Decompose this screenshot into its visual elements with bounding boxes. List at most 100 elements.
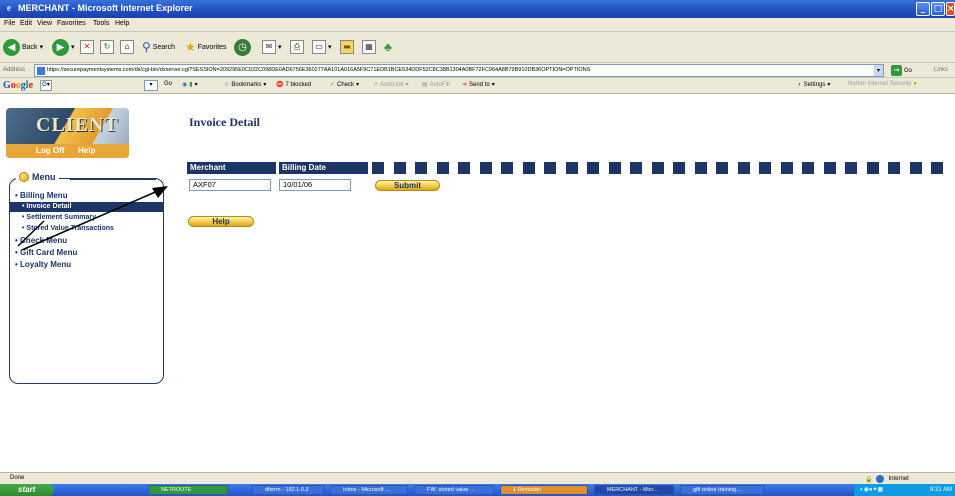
edit-icon: ▭ [312, 40, 326, 54]
close-button[interactable]: × [946, 2, 955, 16]
menu-favorites[interactable]: Favorites [57, 20, 86, 27]
google-go-button[interactable]: Go [164, 81, 172, 87]
search-button[interactable]: ⚲ Search [142, 38, 175, 56]
links-button[interactable]: Links [934, 67, 948, 73]
decorative-square [458, 162, 470, 174]
stop-icon: ✕ [80, 40, 94, 54]
page-content: CLIENT Log Off Help Menu • Billing Menu … [0, 94, 955, 472]
decorative-square [802, 162, 814, 174]
decorative-square [737, 162, 750, 174]
zone-label: Internet [888, 476, 909, 482]
home-icon: ⌂ [120, 40, 134, 54]
forward-button[interactable]: ▶ ▾ [52, 38, 75, 56]
autofill-button[interactable]: ▤ AutoFill [422, 81, 450, 89]
norton-button[interactable]: Norton Internet Security ● [848, 81, 917, 87]
address-input[interactable]: https://securepaymentsystems.com/dx/cgi-… [34, 64, 884, 77]
annotation-arrow [17, 186, 168, 251]
task-dtterm[interactable]: dtterm - 192.1.0.3 [252, 485, 324, 495]
decorative-square [479, 162, 492, 174]
home-button[interactable]: ⌂ [120, 38, 134, 56]
decorative-square [415, 162, 427, 174]
menu-file[interactable]: File [4, 20, 15, 27]
google-search-menu[interactable]: G▾ [40, 80, 52, 91]
popup-blocked-button[interactable]: ⛔ 7 blocked [276, 81, 311, 89]
back-arrow-icon: ◀ [3, 38, 20, 56]
dropdown-icon: ▾ [328, 44, 332, 51]
dropdown-icon: ▾ [71, 44, 75, 51]
dropdown-icon: ▾ [491, 82, 495, 88]
decorative-square [651, 162, 664, 174]
bookmarks-button[interactable]: ☆ Bookmarks ▾ [224, 81, 266, 89]
google-logo[interactable]: Google [3, 80, 33, 91]
stop-button[interactable]: ✕ [80, 38, 94, 56]
minimize-button[interactable]: _ [916, 2, 930, 16]
decorative-square [501, 162, 513, 174]
window-title: MERCHANT - Microsoft Internet Explorer [18, 3, 193, 13]
search-icon: ⚲ [142, 40, 151, 54]
edit-button[interactable]: ▭ ▾ [312, 38, 332, 56]
send-to-button[interactable]: ➜ Send to ▾ [462, 81, 495, 89]
task-reminder[interactable]: 1 Reminder [500, 485, 588, 495]
send-to-icon: ➜ [462, 82, 468, 88]
decorative-square [544, 162, 556, 174]
decorative-square [759, 162, 771, 174]
menu-help[interactable]: Help [115, 20, 129, 27]
page-icon [37, 67, 45, 75]
printer-icon: ⎙ [290, 40, 304, 54]
window-title-bar[interactable]: e MERCHANT - Microsoft Internet Explorer… [0, 0, 955, 18]
go-button[interactable]: → Go [891, 65, 912, 76]
send-to-label: Send to [469, 81, 490, 88]
decorative-square [393, 162, 406, 174]
start-button[interactable]: start [0, 484, 54, 496]
autofill-label: AutoFill [429, 81, 450, 88]
decorative-square [845, 162, 857, 174]
refresh-button[interactable]: ↻ [100, 38, 114, 56]
star-icon: ★ [185, 40, 196, 54]
decorative-square [565, 162, 578, 174]
mail-icon: ✉ [262, 40, 276, 54]
decorative-square [372, 162, 384, 174]
billing-date-input[interactable]: 10/01/06 [279, 179, 351, 191]
google-extra-button[interactable]: ◉ ▮ ▾ [182, 81, 198, 88]
back-button[interactable]: ◀ Back ▾ [3, 38, 43, 56]
decorative-square [931, 162, 943, 174]
tray-icons: ◐◉●✦▦ [860, 487, 884, 493]
google-search-box[interactable]: ▾ [144, 80, 158, 91]
history-button[interactable]: ◷ [234, 38, 251, 56]
address-dropdown[interactable]: ▾ [874, 65, 883, 76]
research-icon: ▦ [362, 40, 376, 54]
decorative-square [780, 162, 793, 174]
task-merchant[interactable]: MERCHANT - Micr... [594, 485, 674, 495]
maximize-button[interactable]: □ [931, 2, 945, 16]
task-gift-online-training[interactable]: gift online training... [680, 485, 764, 495]
popup-blocker-icon: ⛔ [276, 82, 284, 88]
favorites-button[interactable]: ★ Favorites [185, 38, 227, 56]
go-label: Go [904, 67, 913, 74]
refresh-icon: ↻ [100, 40, 114, 54]
task-netroute[interactable]: NETROUTE [148, 485, 228, 495]
messenger-button[interactable]: ♣ [384, 38, 392, 56]
menu-edit[interactable]: Edit [20, 20, 32, 27]
settings-button[interactable]: ◐ Settings ▾ [798, 81, 830, 89]
standard-toolbar: ◀ Back ▾ ▶ ▾ ✕ ↻ ⌂ ⚲ Search ★ Favorites … [0, 32, 955, 63]
internet-globe-icon [876, 475, 885, 483]
mail-button[interactable]: ✉ ▾ [262, 38, 282, 56]
autofill-icon: ▤ [422, 82, 428, 88]
submit-button[interactable]: Submit [375, 180, 440, 191]
menu-item-loyalty[interactable]: • Loyalty Menu [15, 260, 71, 269]
status-text: Done [10, 475, 25, 481]
task-inbox[interactable]: Inbox - Microsoft ... [330, 485, 408, 495]
menu-tools[interactable]: Tools [93, 20, 109, 27]
norton-icon: ● [913, 81, 917, 87]
merchant-input[interactable]: AXF07 [189, 179, 271, 191]
folder-button[interactable]: ▬ [340, 38, 354, 56]
research-button[interactable]: ▦ [362, 38, 376, 56]
autolink-button[interactable]: ↗ AutoLink ▾ [373, 81, 408, 89]
print-button[interactable]: ⎙ [290, 38, 304, 56]
messenger-icon: ♣ [384, 40, 392, 54]
menu-view[interactable]: View [37, 20, 52, 27]
favorites-label: Favorites [197, 43, 227, 51]
spell-check-button[interactable]: ✓ Check ▾ [330, 81, 359, 89]
arrow-shaft-upper [21, 189, 161, 251]
task-fw-stored-value[interactable]: FW: stored value ... [414, 485, 494, 495]
